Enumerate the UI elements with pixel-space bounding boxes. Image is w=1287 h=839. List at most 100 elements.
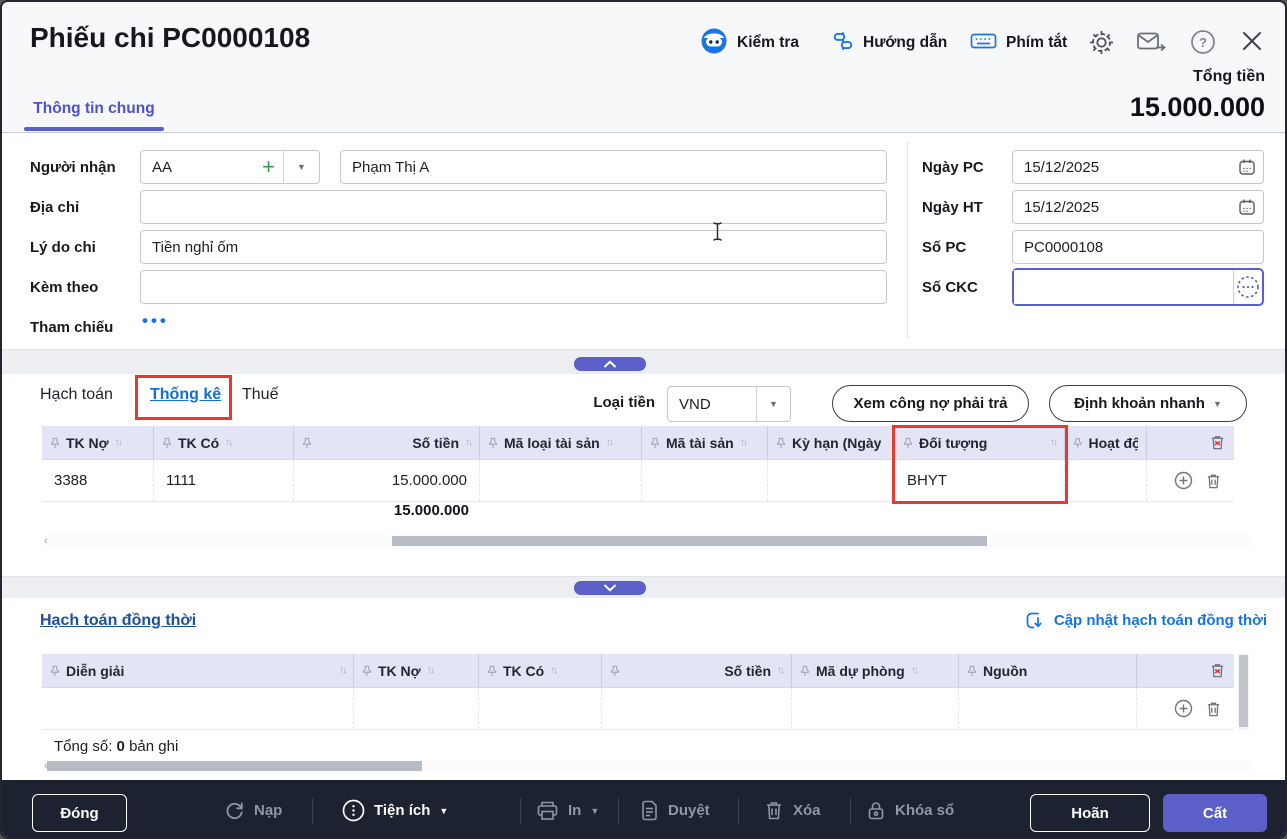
column-header-nguon[interactable]: Nguồn [959, 654, 1137, 687]
ckc-lookup-button[interactable] [1233, 270, 1262, 304]
sort-icon[interactable]: ↑↓ [427, 665, 433, 676]
save-button[interactable]: Cất [1163, 794, 1267, 832]
sort-icon[interactable]: ↑↓ [911, 665, 917, 676]
sort-icon[interactable]: ↑↓ [740, 437, 746, 448]
attachment-input[interactable] [140, 270, 887, 304]
tab-thong-ke[interactable]: Thống kê [150, 386, 221, 404]
column-header-ma-tai-san[interactable]: Mã tài sản ↑↓ [642, 426, 768, 459]
add-recipient-icon[interactable]: + [262, 156, 283, 178]
pin-icon[interactable] [302, 436, 312, 450]
pin-icon[interactable] [610, 664, 620, 678]
sort-icon[interactable]: ↑↓ [225, 437, 231, 448]
number-ckc-input[interactable] [1014, 270, 1233, 304]
update-simultaneous-posting-link[interactable]: Cập nhật hạch toán đồng thời [1024, 610, 1267, 631]
horizontal-scrollbar[interactable]: ‹ [42, 535, 1252, 547]
utilities-button[interactable]: Tiện ích ▼ [342, 780, 448, 839]
simultaneous-posting-title[interactable]: Hạch toán đồng thời [40, 612, 196, 630]
collapse-bottom-panel-button[interactable] [574, 581, 646, 595]
sort-icon[interactable]: ↑↓ [465, 437, 471, 448]
column-header-ma-du-phong[interactable]: Mã dự phòng ↑↓ [792, 654, 959, 687]
column-header-tk-no[interactable]: TK Nợ ↑↓ [42, 426, 154, 459]
pin-icon[interactable] [50, 664, 60, 678]
cell-ma-tai-san[interactable] [642, 460, 768, 501]
sort-icon[interactable]: ↑↓ [115, 437, 121, 448]
column-header-tk-no[interactable]: TK Nợ ↑↓ [354, 654, 479, 687]
reason-input[interactable] [140, 230, 887, 264]
sort-icon[interactable]: ↑↓ [339, 665, 345, 676]
check-button[interactable]: Kiểm tra [700, 28, 799, 58]
pin-icon[interactable] [903, 436, 913, 450]
approve-button[interactable]: Duyệt [640, 780, 710, 839]
pin-icon[interactable] [50, 436, 60, 450]
column-header-tk-co[interactable]: TK Có ↑↓ [479, 654, 602, 687]
accounting-table-row[interactable]: 3388 1111 15.000.000 BHYT [42, 460, 1234, 502]
sort-icon[interactable]: ↑↓ [1050, 437, 1056, 448]
tab-thong-tin-chung[interactable]: Thông tin chung [24, 100, 164, 118]
lock-button[interactable]: Khóa sổ [866, 780, 954, 839]
reference-more-button[interactable]: ••• [142, 311, 169, 331]
shortcut-button[interactable]: Phím tắt [970, 28, 1067, 58]
pin-icon[interactable] [967, 664, 977, 678]
pin-icon[interactable] [488, 436, 498, 450]
delete-all-rows-icon[interactable] [1209, 434, 1226, 451]
recipient-dropdown-button[interactable]: ▼ [283, 151, 319, 183]
cell-tk-no[interactable]: 3388 [42, 460, 154, 501]
tab-thue[interactable]: Thuế [242, 386, 278, 404]
view-payables-button[interactable]: Xem công nợ phải trả [832, 385, 1029, 422]
delete-row-icon[interactable] [1205, 472, 1222, 490]
cell-hoat-dong[interactable] [1065, 460, 1147, 501]
column-header-so-tien[interactable]: Số tiền ↑↓ [602, 654, 792, 687]
pin-icon[interactable] [650, 436, 660, 450]
column-header-dien-giai[interactable]: Diễn giải ↑↓ [42, 654, 354, 687]
close-button[interactable]: Đóng [32, 794, 127, 832]
column-header-doi-tuong[interactable]: Đối tượng ↑↓ [895, 426, 1065, 459]
scrollbar-thumb[interactable] [47, 761, 422, 771]
vertical-scrollbar[interactable] [1238, 654, 1249, 730]
date-ht-input[interactable] [1012, 190, 1264, 224]
tab-hach-toan[interactable]: Hạch toán [40, 386, 113, 404]
add-row-icon[interactable] [1174, 699, 1193, 718]
pin-icon[interactable] [362, 664, 372, 678]
delete-button[interactable]: Xóa [764, 780, 821, 839]
currency-select[interactable]: VND ▼ [667, 386, 791, 422]
postpone-button[interactable]: Hoãn [1030, 794, 1150, 832]
column-header-ma-loai-tai-san[interactable]: Mã loại tài sản ↑↓ [480, 426, 642, 459]
print-button[interactable]: In ▼ [536, 780, 599, 839]
pin-icon[interactable] [800, 664, 810, 678]
mail-send-icon[interactable] [1136, 29, 1166, 60]
sort-icon[interactable]: ↑↓ [606, 437, 612, 448]
delete-all-rows-icon[interactable] [1209, 662, 1226, 679]
cell-ma-loai-tai-san[interactable] [480, 460, 642, 501]
help-icon[interactable]: ? [1190, 29, 1216, 60]
scrollbar-thumb[interactable] [392, 536, 987, 546]
column-header-ky-han[interactable]: Kỳ hạn (Ngày [768, 426, 895, 459]
pin-icon[interactable] [162, 436, 172, 450]
column-header-so-tien[interactable]: Số tiền ↑↓ [294, 426, 480, 459]
horizontal-scrollbar[interactable]: ‹ [42, 760, 1252, 772]
cell-ky-han[interactable] [768, 460, 895, 501]
date-pc-input[interactable] [1012, 150, 1264, 184]
collapse-top-panel-button[interactable] [574, 357, 646, 371]
calendar-icon[interactable] [1238, 198, 1256, 216]
guide-button[interactable]: Hướng dẫn [832, 28, 947, 58]
scroll-left-arrow[interactable]: ‹ [44, 535, 48, 547]
number-pc-input[interactable] [1012, 230, 1264, 264]
address-input[interactable] [140, 190, 887, 224]
reload-button[interactable]: Nạp [224, 780, 282, 839]
pin-icon[interactable] [487, 664, 497, 678]
column-header-hoat-dong[interactable]: Hoạt độ [1065, 426, 1147, 459]
scrollbar-thumb[interactable] [1239, 655, 1248, 727]
simultaneous-table-empty-row[interactable] [42, 688, 1234, 730]
column-header-tk-co[interactable]: TK Có ↑↓ [154, 426, 294, 459]
recipient-name-input[interactable] [340, 150, 887, 184]
pin-icon[interactable] [776, 436, 786, 450]
cell-tk-co[interactable]: 1111 [154, 460, 294, 501]
cell-so-tien[interactable]: 15.000.000 [294, 460, 480, 501]
delete-row-icon[interactable] [1205, 700, 1222, 718]
sort-icon[interactable]: ↑↓ [550, 665, 556, 676]
pin-icon[interactable] [1073, 436, 1083, 450]
recipient-code-combo[interactable]: AA + ▼ [140, 150, 320, 184]
close-icon[interactable] [1240, 29, 1264, 58]
settings-gear-icon[interactable] [1088, 29, 1115, 61]
quick-posting-button[interactable]: Định khoản nhanh ▼ [1049, 385, 1247, 422]
